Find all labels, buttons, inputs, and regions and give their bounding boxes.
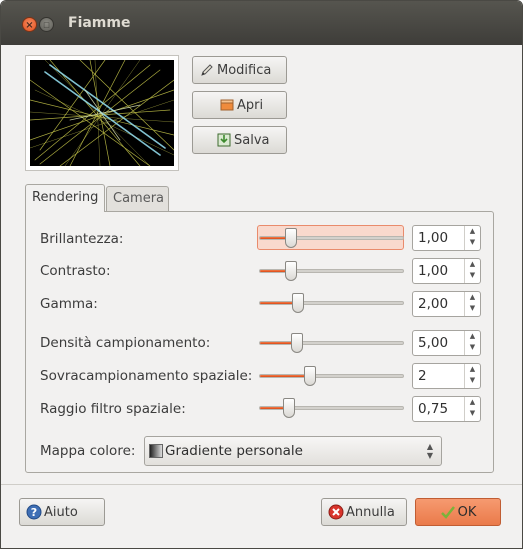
help-icon: ? [26, 504, 42, 520]
oversample-slider[interactable] [259, 366, 404, 386]
modifica-button[interactable]: Modifica [192, 56, 287, 84]
updown-arrow-icon: ▲ ▼ [426, 442, 433, 460]
flame-dialog: × □ Fiamme Modifica Apri Salva Rendering… [0, 0, 523, 549]
save-icon [216, 132, 232, 148]
spinbox-value[interactable]: 0,75 [418, 401, 448, 417]
spin-arrows-icon[interactable]: ▲ ▼ [464, 364, 480, 388]
cancel-button[interactable]: Annulla [321, 498, 407, 526]
spin-arrows-icon[interactable]: ▲ ▼ [464, 226, 480, 250]
check-icon [440, 504, 456, 520]
ok-button[interactable]: OK [415, 498, 501, 526]
palette-combo[interactable]: Gradiente personale ▲ ▼ [144, 436, 442, 466]
spinbox-value[interactable]: 2 [418, 368, 427, 384]
gamma-slider[interactable] [259, 293, 404, 313]
gradient-swatch-icon [149, 444, 163, 458]
salva-label: Salva [234, 132, 270, 148]
spinbox-value[interactable]: 1,00 [418, 230, 448, 246]
help-button[interactable]: ? Aiuto [19, 498, 105, 526]
spin-arrows-icon[interactable]: ▲ ▼ [464, 259, 480, 283]
titlebar: × □ Fiamme [1, 1, 522, 45]
spinbox-value[interactable]: 1,00 [418, 263, 448, 279]
flame-preview [25, 55, 179, 171]
rendering-panel: Brillantezza: 1,00 ▲ ▼ Contrasto: 1,00 ▲ ▼… [25, 211, 494, 473]
help-label: Aiuto [44, 504, 78, 520]
window-title: Fiamme [68, 15, 131, 31]
apri-button[interactable]: Apri [192, 91, 287, 119]
footer-separator [1, 484, 522, 485]
brightness-slider[interactable] [257, 225, 404, 250]
cancel-label: Annulla [346, 504, 395, 520]
slider-handle[interactable] [284, 261, 297, 281]
pencil-icon [199, 62, 215, 78]
sample-density-spinbox[interactable]: 5,00 ▲ ▼ [412, 330, 481, 356]
contrast-spinbox[interactable]: 1,00 ▲ ▼ [412, 258, 481, 284]
sample-density-slider[interactable] [259, 333, 404, 353]
close-icon[interactable]: × [22, 17, 37, 32]
folder-open-icon [219, 97, 235, 113]
brightness-spinbox[interactable]: 1,00 ▲ ▼ [412, 225, 481, 251]
modifica-label: Modifica [217, 62, 272, 78]
filter-radius-spinbox[interactable]: 0,75 ▲ ▼ [412, 396, 481, 422]
palette-value: Gradiente personale [165, 443, 303, 459]
spin-arrows-icon[interactable]: ▲ ▼ [464, 397, 480, 421]
spinbox-value[interactable]: 5,00 [418, 335, 448, 351]
tab-camera[interactable]: Camera [106, 186, 169, 211]
sample-density-label: Densità campionamento: [40, 335, 211, 351]
slider-handle[interactable] [284, 228, 297, 248]
contrast-label: Contrasto: [40, 263, 111, 279]
gamma-label: Gamma: [40, 296, 98, 312]
slider-handle[interactable] [283, 398, 296, 418]
cancel-icon [328, 504, 344, 520]
ok-label: OK [457, 504, 477, 520]
contrast-slider[interactable] [259, 261, 404, 281]
brightness-label: Brillantezza: [40, 231, 124, 247]
spin-arrows-icon[interactable]: ▲ ▼ [464, 331, 480, 355]
spinbox-value[interactable]: 2,00 [418, 296, 448, 312]
maximize-icon[interactable]: □ [39, 17, 54, 32]
flame-preview-image [30, 60, 174, 166]
slider-handle[interactable] [292, 293, 305, 313]
slider-handle[interactable] [303, 366, 316, 386]
salva-button[interactable]: Salva [192, 126, 287, 154]
oversample-label: Sovracampionamento spaziale: [40, 368, 253, 384]
apri-label: Apri [237, 97, 264, 113]
tab-rendering[interactable]: Rendering [25, 184, 105, 212]
filter-radius-label: Raggio filtro spaziale: [40, 401, 186, 417]
svg-text:?: ? [31, 506, 37, 519]
spin-arrows-icon[interactable]: ▲ ▼ [464, 292, 480, 316]
filter-radius-slider[interactable] [259, 398, 404, 418]
slider-handle[interactable] [290, 333, 303, 353]
palette-label: Mappa colore: [40, 443, 136, 459]
gamma-spinbox[interactable]: 2,00 ▲ ▼ [412, 291, 481, 317]
oversample-spinbox[interactable]: 2 ▲ ▼ [412, 363, 481, 389]
